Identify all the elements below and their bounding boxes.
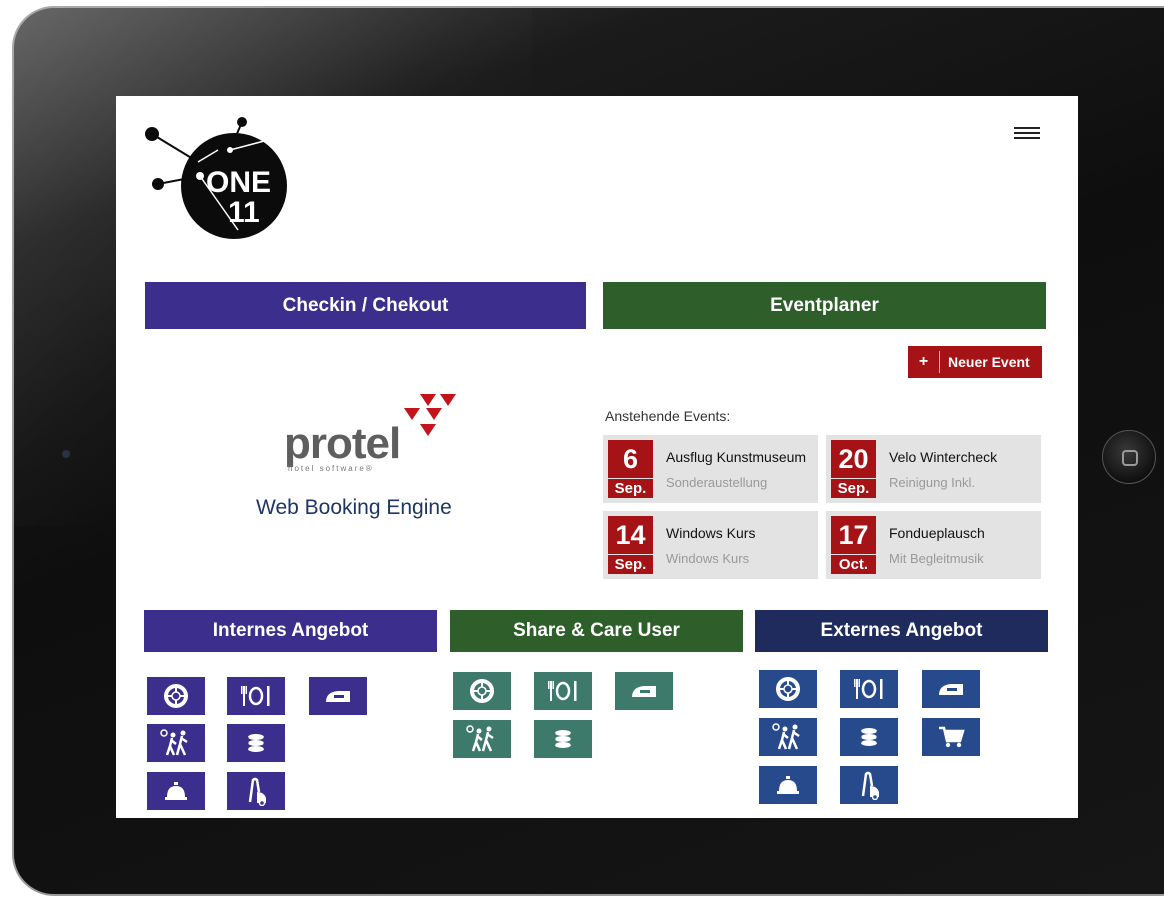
logo-line2: 11 — [228, 196, 260, 229]
lifebuoy-icon[interactable] — [147, 677, 205, 715]
externes-angebot-bar[interactable]: Externes Angebot — [755, 610, 1048, 652]
event-card[interactable]: 6 Sep. Ausflug Kunstmuseum Sonderaustell… — [603, 435, 818, 503]
iron-icon[interactable] — [615, 672, 673, 710]
restaurant-icon[interactable] — [227, 677, 285, 715]
eventplaner-bar[interactable]: Eventplaner — [603, 282, 1046, 329]
event-card[interactable]: 20 Sep. Velo Wintercheck Reinigung Inkl. — [826, 435, 1041, 503]
event-card[interactable]: 14 Sep. Windows Kurs Windows Kurs — [603, 511, 818, 579]
lifebuoy-icon[interactable] — [453, 672, 511, 710]
lifebuoy-icon[interactable] — [759, 670, 817, 708]
event-date: 6 Sep. — [608, 440, 653, 498]
hiking-icon[interactable] — [453, 720, 511, 758]
event-date: 14 Sep. — [608, 516, 653, 574]
camera-icon — [62, 450, 70, 458]
protel-logo[interactable]: protel hotel software® — [256, 388, 486, 478]
one11-logo: ONE 11 — [138, 110, 298, 250]
restaurant-icon[interactable] — [840, 670, 898, 708]
event-month: Sep. — [831, 479, 876, 498]
app-screen: ONE 11 Checkin / Chekout Eventplaner pro… — [116, 96, 1078, 818]
event-title: Ausflug Kunstmuseum — [666, 449, 807, 465]
vacuum-icon[interactable] — [227, 772, 285, 810]
new-event-label: Neuer Event — [948, 354, 1030, 370]
coins-icon[interactable] — [227, 724, 285, 762]
new-event-button[interactable]: + Neuer Event — [908, 346, 1042, 378]
event-month: Sep. — [608, 479, 653, 498]
event-date: 17 Oct. — [831, 516, 876, 574]
event-title: Windows Kurs — [666, 525, 756, 541]
protel-tagline: hotel software® — [288, 464, 374, 473]
logo-line1: ONE — [206, 166, 271, 199]
event-date: 20 Sep. — [831, 440, 876, 498]
web-booking-engine-link[interactable]: Web Booking Engine — [256, 496, 452, 520]
iron-icon[interactable] — [922, 670, 980, 708]
event-month: Oct. — [831, 555, 876, 574]
event-subtitle: Windows Kurs — [666, 551, 750, 566]
protel-brand: protel — [284, 419, 401, 468]
iron-icon[interactable] — [309, 677, 367, 715]
event-day: 17 — [831, 516, 876, 554]
event-card[interactable]: 17 Oct. Fondueplausch Mit Begleitmusik — [826, 511, 1041, 579]
event-subtitle: Sonderaustellung — [666, 475, 768, 490]
home-button[interactable] — [1102, 430, 1156, 484]
shopping-cart-icon[interactable] — [922, 718, 980, 756]
event-title: Fondueplausch — [889, 525, 985, 541]
checkin-bar[interactable]: Checkin / Chekout — [145, 282, 586, 329]
event-day: 14 — [608, 516, 653, 554]
upcoming-events-label: Anstehende Events: — [605, 408, 731, 424]
menu-icon[interactable] — [1014, 126, 1042, 142]
share-care-bar[interactable]: Share & Care User — [450, 610, 743, 652]
event-title: Velo Wintercheck — [889, 449, 998, 465]
restaurant-icon[interactable] — [534, 672, 592, 710]
vacuum-icon[interactable] — [840, 766, 898, 804]
service-bell-icon[interactable] — [147, 772, 205, 810]
event-subtitle: Reinigung Inkl. — [889, 475, 975, 490]
home-square-icon — [1122, 450, 1138, 466]
hiking-icon[interactable] — [147, 724, 205, 762]
event-month: Sep. — [608, 555, 653, 574]
internes-angebot-bar[interactable]: Internes Angebot — [144, 610, 437, 652]
plus-icon: + — [908, 351, 940, 373]
coins-icon[interactable] — [840, 718, 898, 756]
protel-triangles-icon — [404, 394, 456, 436]
hiking-icon[interactable] — [759, 718, 817, 756]
event-subtitle: Mit Begleitmusik — [889, 551, 984, 566]
service-bell-icon[interactable] — [759, 766, 817, 804]
event-day: 20 — [831, 440, 876, 478]
event-day: 6 — [608, 440, 653, 478]
coins-icon[interactable] — [534, 720, 592, 758]
